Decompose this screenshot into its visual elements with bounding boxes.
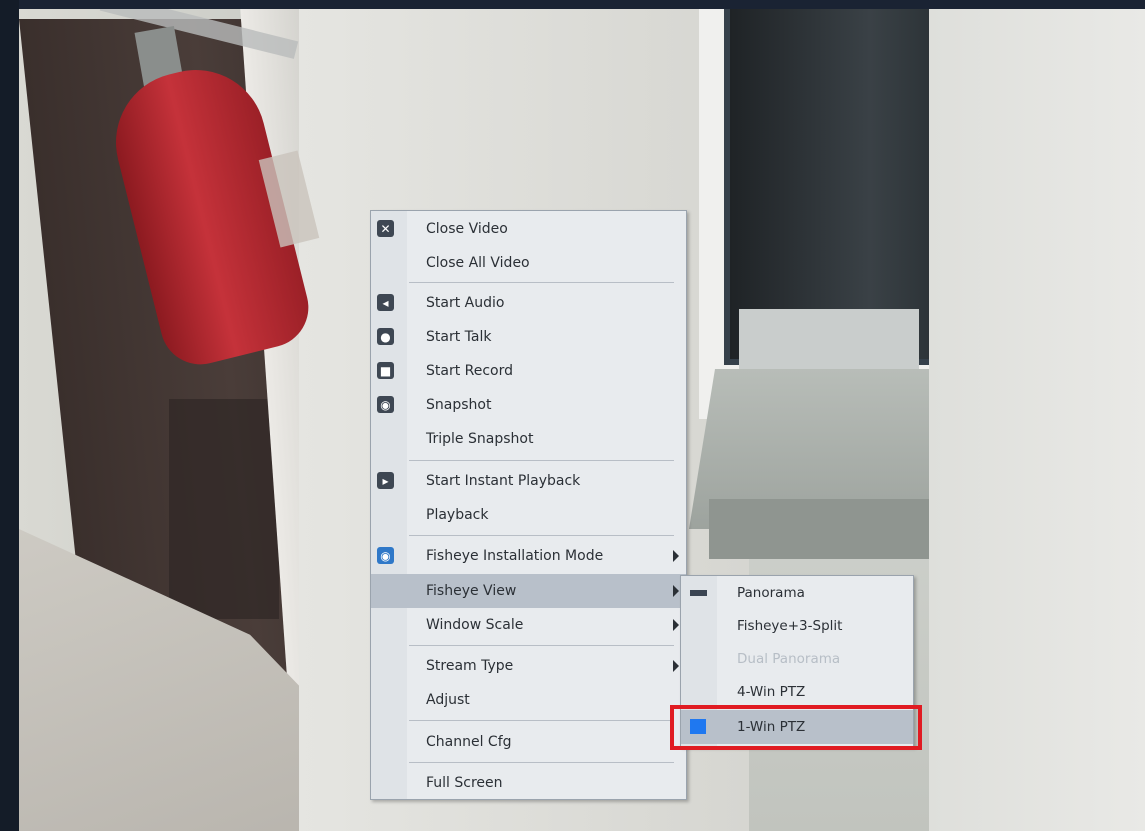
scene-door-panel — [169, 399, 279, 619]
instant-playback-icon: ▸ — [377, 472, 394, 489]
menu-item-channel-cfg[interactable]: Channel Cfg — [371, 725, 686, 759]
menu-item-label: Window Scale — [426, 617, 524, 633]
menu-item-label: Full Screen — [426, 775, 503, 791]
record-icon: ■ — [377, 362, 394, 379]
submenu-item-4-win-ptz[interactable]: 4-Win PTZ — [681, 675, 913, 709]
menu-item-label: Stream Type — [426, 658, 514, 674]
menu-item-fisheye-view[interactable]: Fisheye View — [371, 574, 686, 608]
menu-item-label: Adjust — [426, 692, 470, 708]
menu-item-label: Fisheye View — [426, 583, 517, 599]
menu-separator — [409, 720, 674, 721]
menu-item-close-video[interactable]: ✕ Close Video — [371, 212, 686, 246]
menu-item-snapshot[interactable]: ◉ Snapshot — [371, 388, 686, 422]
video-frame-top-border — [0, 0, 1145, 9]
menu-item-label: Start Instant Playback — [426, 473, 581, 489]
menu-separator — [409, 460, 674, 461]
one-win-square-icon — [690, 719, 706, 734]
fisheye-eye-icon: ◉ — [377, 547, 394, 564]
camera-icon: ◉ — [377, 396, 394, 413]
menu-item-window-scale[interactable]: Window Scale — [371, 608, 686, 642]
menu-item-triple-snapshot[interactable]: Triple Snapshot — [371, 422, 686, 456]
menu-item-start-audio[interactable]: ◂ Start Audio — [371, 286, 686, 320]
fisheye-view-submenu: Panorama Fisheye+3-Split Dual Panorama 4… — [680, 575, 914, 747]
menu-item-label: Close All Video — [426, 255, 530, 271]
menu-item-adjust[interactable]: Adjust — [371, 683, 686, 717]
close-icon: ✕ — [377, 220, 394, 237]
fisheye-3-split-icon — [690, 619, 707, 632]
menu-item-label: Start Audio — [426, 295, 505, 311]
menu-item-fisheye-installation-mode[interactable]: ◉ Fisheye Installation Mode — [371, 539, 686, 573]
menu-item-stream-type[interactable]: Stream Type — [371, 649, 686, 683]
menu-item-label: Fisheye Installation Mode — [426, 548, 604, 564]
menu-separator — [409, 282, 674, 283]
menu-item-start-talk[interactable]: ● Start Talk — [371, 320, 686, 354]
scene-window-sill-edge — [709, 499, 959, 559]
video-context-menu: ✕ Close Video Close All Video ◂ Start Au… — [370, 210, 687, 800]
dual-panorama-icon — [690, 652, 707, 665]
submenu-arrow-icon — [673, 660, 679, 672]
menu-item-label: Channel Cfg — [426, 734, 512, 750]
menu-item-label: Playback — [426, 507, 489, 523]
menu-item-full-screen[interactable]: Full Screen — [371, 766, 686, 800]
scene-window-inner-sill — [739, 309, 919, 369]
microphone-icon: ● — [377, 328, 394, 345]
panorama-bar-icon — [690, 590, 707, 596]
menu-item-label: Start Record — [426, 363, 514, 379]
four-win-grid-icon — [690, 685, 707, 698]
menu-item-label: Start Talk — [426, 329, 492, 345]
menu-item-start-instant-playback[interactable]: ▸ Start Instant Playback — [371, 464, 686, 498]
menu-item-start-record[interactable]: ■ Start Record — [371, 354, 686, 388]
submenu-arrow-icon — [673, 550, 679, 562]
submenu-item-label: Fisheye+3-Split — [737, 618, 843, 634]
menu-item-label: Close Video — [426, 221, 508, 237]
submenu-item-fisheye-3-split[interactable]: Fisheye+3-Split — [681, 609, 913, 643]
menu-separator — [409, 645, 674, 646]
menu-item-close-all-video[interactable]: Close All Video — [371, 246, 686, 280]
submenu-item-label: Dual Panorama — [737, 651, 841, 667]
submenu-arrow-icon — [673, 585, 679, 597]
submenu-item-label: 1-Win PTZ — [737, 719, 806, 735]
menu-separator — [409, 762, 674, 763]
menu-separator — [409, 535, 674, 536]
menu-item-label: Snapshot — [426, 397, 492, 413]
video-frame-left-border — [0, 0, 19, 831]
scene-wall-right — [929, 9, 1145, 831]
submenu-item-label: Panorama — [737, 585, 805, 601]
submenu-item-1-win-ptz[interactable]: 1-Win PTZ — [681, 710, 913, 744]
submenu-item-panorama[interactable]: Panorama — [681, 576, 913, 610]
menu-item-label: Triple Snapshot — [426, 431, 534, 447]
menu-item-playback[interactable]: Playback — [371, 498, 686, 532]
submenu-item-label: 4-Win PTZ — [737, 684, 806, 700]
submenu-item-dual-panorama: Dual Panorama — [681, 642, 913, 676]
speaker-icon: ◂ — [377, 294, 394, 311]
submenu-arrow-icon — [673, 619, 679, 631]
